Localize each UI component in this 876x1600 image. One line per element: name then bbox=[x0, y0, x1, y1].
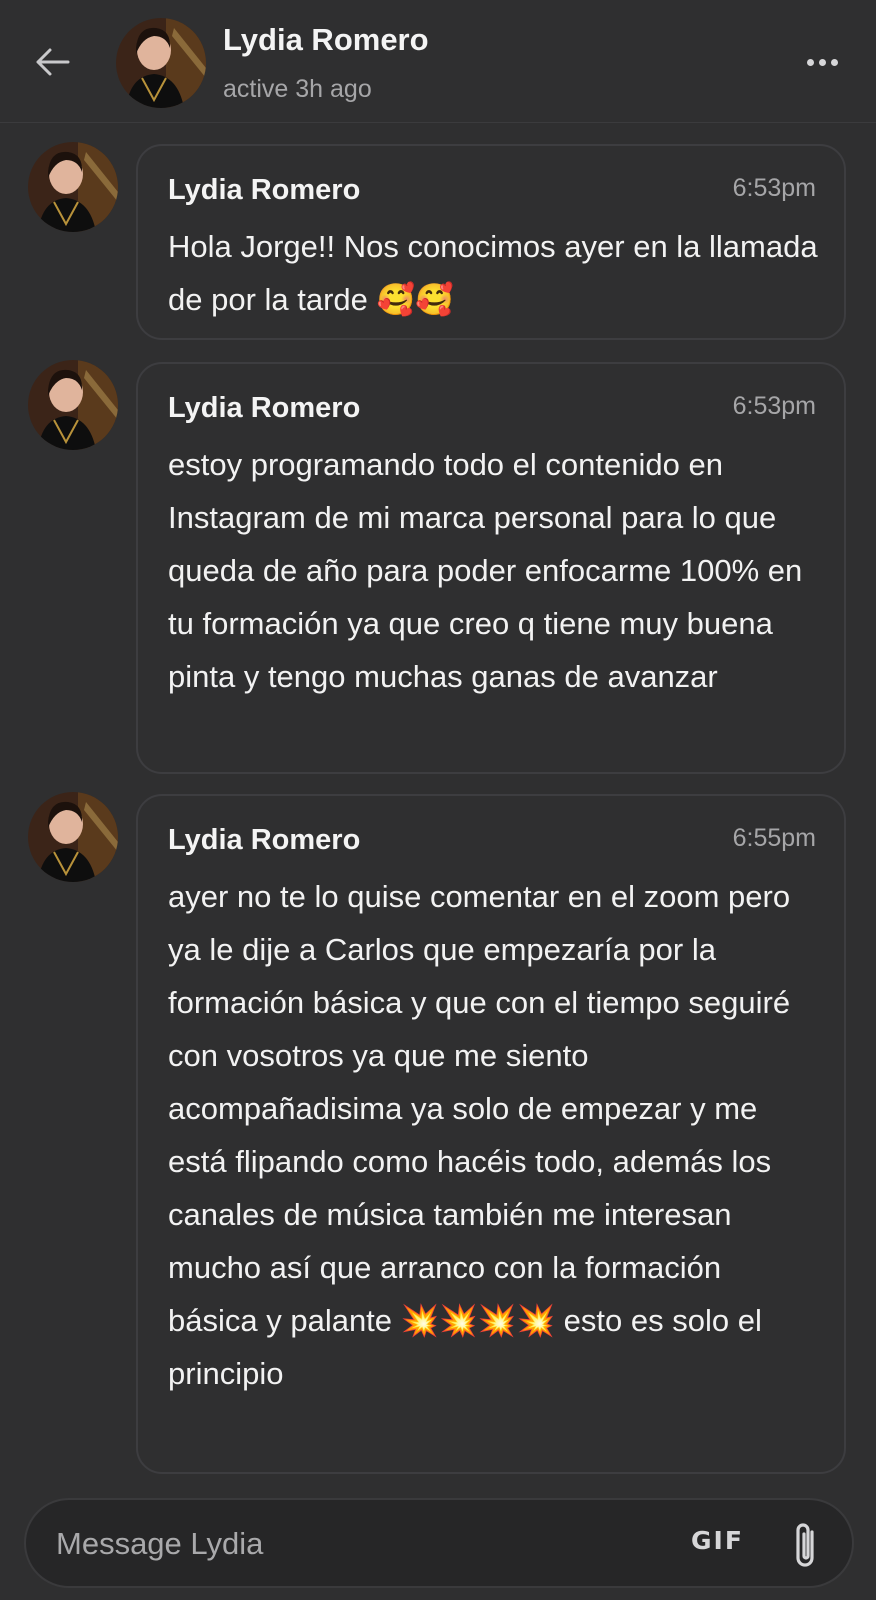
message-text: Hola Jorge!! Nos conocimos ayer en la ll… bbox=[168, 229, 827, 317]
message-composer: GIF bbox=[24, 1498, 854, 1588]
attach-button[interactable] bbox=[786, 1518, 826, 1572]
sender-name: Lydia Romero bbox=[168, 392, 361, 424]
message-text: estoy programando todo el contenido en I… bbox=[168, 447, 811, 694]
avatar-image bbox=[116, 18, 206, 108]
avatar-image bbox=[28, 792, 118, 882]
chat-header: Lydia Romero active 3h ago bbox=[0, 0, 876, 123]
active-status: active 3h ago bbox=[223, 75, 372, 103]
contact-name: Lydia Romero bbox=[223, 22, 429, 57]
sender-name: Lydia Romero bbox=[168, 174, 361, 206]
message-list: Lydia Romero 6:53pm Hola Jorge!! Nos con… bbox=[0, 122, 876, 1484]
avatar-image bbox=[28, 360, 118, 450]
message-time: 6:53pm bbox=[732, 174, 816, 202]
message-bubble[interactable]: Lydia Romero 6:53pm Hola Jorge!! Nos con… bbox=[136, 144, 846, 340]
message-time: 6:53pm bbox=[732, 392, 816, 420]
message-text: ayer no te lo quise comentar en el zoom … bbox=[168, 879, 799, 1391]
avatar-image bbox=[28, 142, 118, 232]
message-input[interactable] bbox=[54, 1514, 658, 1574]
message-bubble[interactable]: Lydia Romero 6:53pm estoy programando to… bbox=[136, 362, 846, 774]
sender-avatar[interactable] bbox=[28, 792, 118, 882]
gif-button[interactable]: GIF bbox=[691, 1526, 744, 1562]
chat-screen: Lydia Romero active 3h ago Lydia Romero … bbox=[0, 0, 876, 1600]
sender-avatar[interactable] bbox=[28, 142, 118, 232]
avatar[interactable] bbox=[116, 18, 206, 108]
paperclip-icon bbox=[796, 1523, 814, 1567]
back-button[interactable] bbox=[30, 40, 74, 84]
more-options-button[interactable] bbox=[800, 50, 844, 74]
sender-avatar[interactable] bbox=[28, 360, 118, 450]
message-time: 6:55pm bbox=[732, 824, 816, 852]
message-bubble[interactable]: Lydia Romero 6:55pm ayer no te lo quise … bbox=[136, 794, 846, 1474]
more-horizontal-icon bbox=[806, 58, 814, 66]
sender-name: Lydia Romero bbox=[168, 824, 361, 856]
arrow-left-icon bbox=[36, 48, 70, 76]
